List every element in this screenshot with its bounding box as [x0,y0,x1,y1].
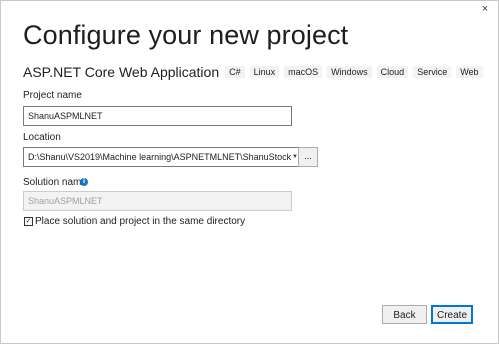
tag-csharp: C# [225,66,245,78]
template-info: ASP.NET Core Web Application C# Linux ma… [23,63,488,81]
location-combobox[interactable]: D:\Shanu\VS2019\Machine learning\ASPNETM… [23,147,302,167]
template-name: ASP.NET Core Web Application [23,64,220,80]
page-title: Configure your new project [23,20,349,50]
location-value: D:\Shanu\VS2019\Machine learning\ASPNETM… [28,152,302,162]
back-button[interactable]: Back [382,305,427,324]
tag-macos: macOS [284,66,323,78]
tag-linux: Linux [249,66,280,78]
same-directory-label[interactable]: Place solution and project in the same d… [35,216,245,227]
tag-windows: Windows [327,66,372,78]
location-label: Location [23,132,61,143]
tag-web: Web [456,66,483,78]
solution-name-input: ShanuASPMLNET [23,191,292,211]
same-directory-checkbox[interactable]: ✓ [24,217,33,226]
browse-button[interactable]: ... [298,147,318,167]
create-button[interactable]: Create [431,305,473,324]
info-icon[interactable]: i [80,178,88,186]
project-name-label: Project name [23,90,82,101]
solution-name-label: Solution name [23,177,87,188]
project-name-input[interactable]: ShanuASPMLNET [23,106,292,126]
checkmark-icon: ✓ [25,218,32,225]
close-icon[interactable]: × [478,2,492,16]
tag-service: Service [413,66,452,78]
configure-project-dialog: × Configure your new project ASP.NET Cor… [0,0,499,344]
tag-cloud: Cloud [376,66,409,78]
